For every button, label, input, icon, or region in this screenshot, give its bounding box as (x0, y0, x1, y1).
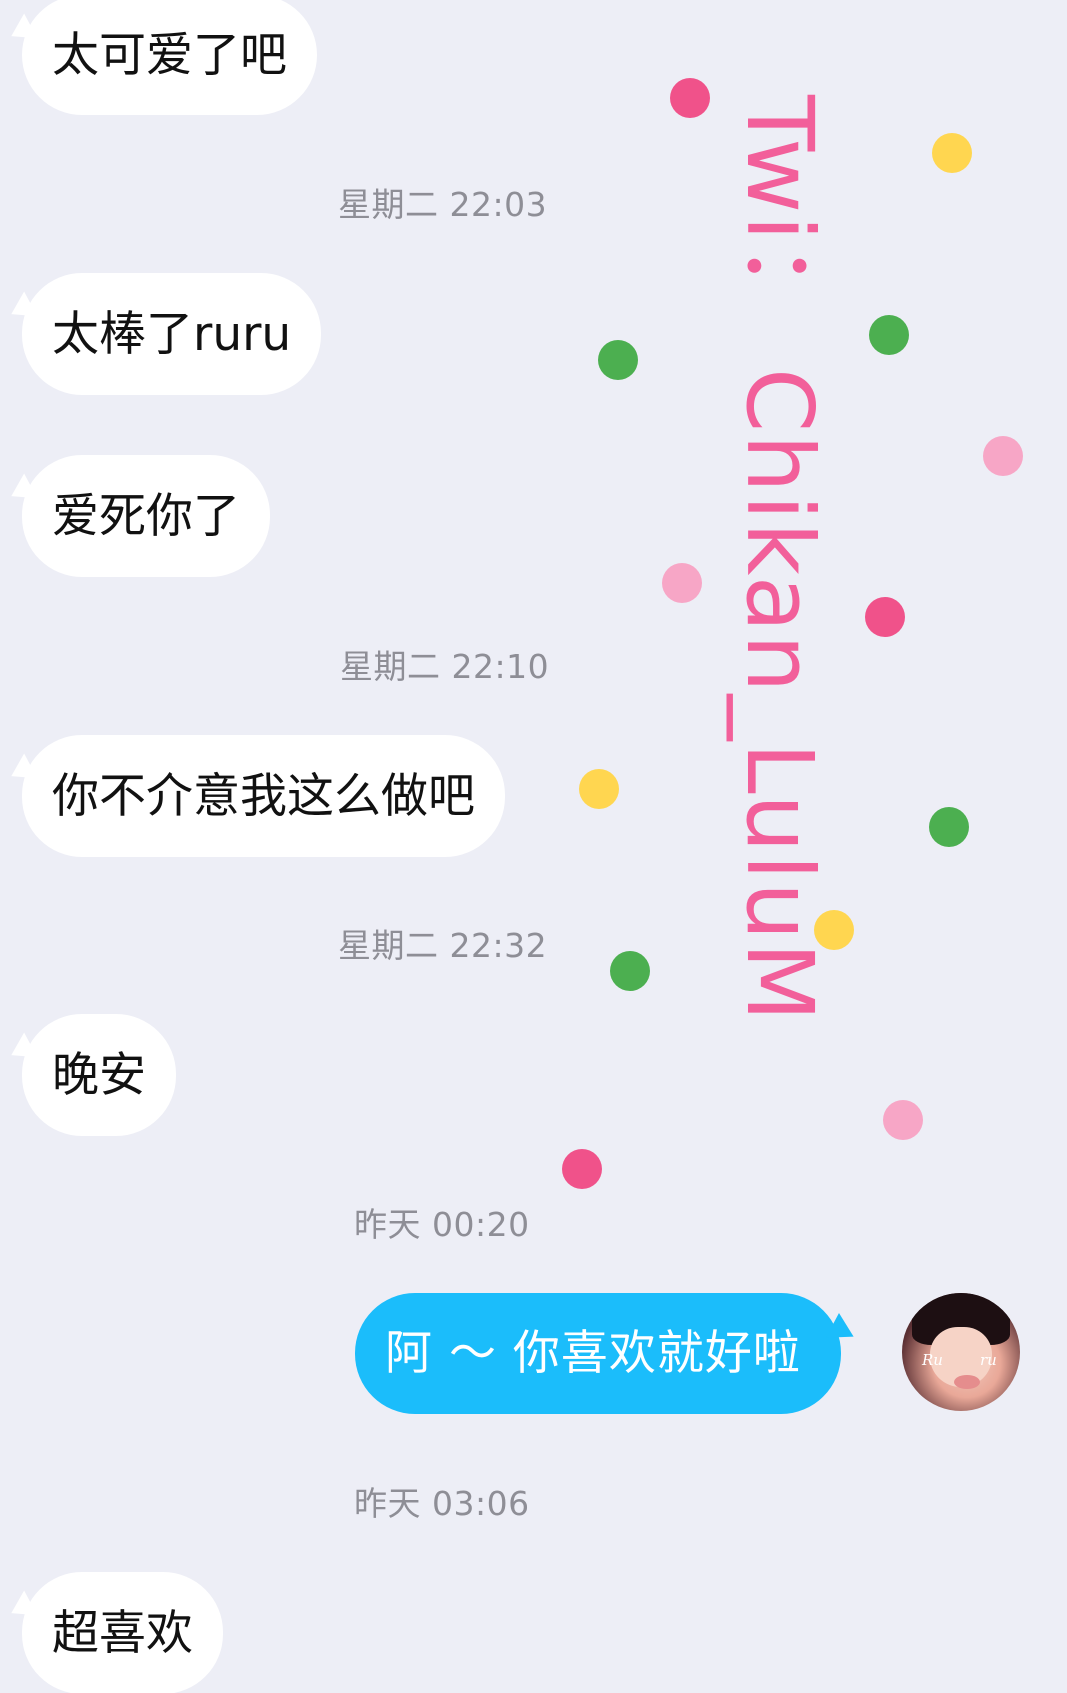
timestamp: 星期二 22:03 (338, 185, 548, 224)
decor-dot (610, 951, 650, 991)
timestamp: 星期二 22:10 (340, 647, 550, 686)
message-bubble-incoming[interactable]: 超喜欢 (22, 1572, 223, 1693)
message-bubble-outgoing[interactable]: 阿 ～ 你喜欢就好啦 (355, 1293, 841, 1414)
decor-dot (883, 1100, 923, 1140)
message-bubble-incoming[interactable]: 晚安 (22, 1014, 176, 1136)
avatar-tag-right: ru (980, 1351, 997, 1369)
timestamp: 星期二 22:32 (338, 926, 548, 965)
message-bubble-incoming[interactable]: 爱死你了 (22, 455, 270, 577)
decor-dot (670, 78, 710, 118)
user-avatar[interactable]: Ru ru (902, 1293, 1020, 1411)
message-bubble-incoming[interactable]: 太棒了ruru (22, 273, 322, 395)
timestamp: 昨天 00:20 (354, 1205, 530, 1244)
avatar-cheek (954, 1375, 980, 1389)
watermark-text: Twi： Chikan_LuluM (726, 95, 833, 1024)
timestamp: 昨天 03:06 (354, 1484, 530, 1523)
decor-dot (929, 807, 969, 847)
decor-dot (932, 133, 972, 173)
message-bubble-incoming[interactable]: 太可爱了吧 (22, 0, 317, 115)
decor-dot (598, 340, 638, 380)
avatar-tag-left: Ru (922, 1351, 943, 1369)
decor-dot (869, 315, 909, 355)
decor-dot (562, 1149, 602, 1189)
decor-dot (579, 769, 619, 809)
chat-screen: Twi： Chikan_LuluM 太可爱了吧 星期二 22:03 太棒了rur… (0, 0, 1067, 1693)
decor-dot (865, 597, 905, 637)
decor-dot (662, 563, 702, 603)
decor-dot (983, 436, 1023, 476)
message-bubble-incoming[interactable]: 你不介意我这么做吧 (22, 735, 505, 857)
decor-dot (814, 910, 854, 950)
